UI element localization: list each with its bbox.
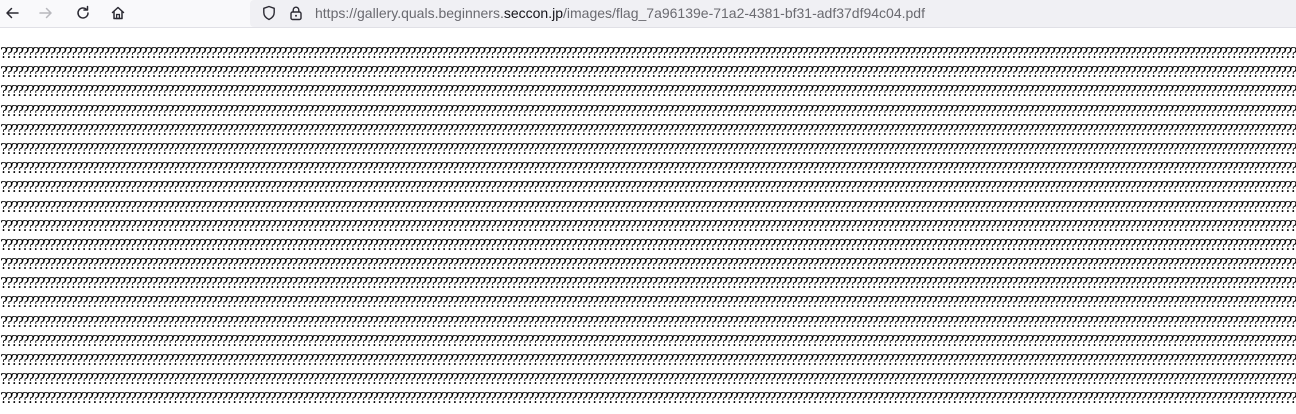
document-text-line: ????????????????????????????????????????… <box>0 140 1296 158</box>
document-text-line: ????????????????????????????????????????… <box>0 390 1296 408</box>
document-text-line: ????????????????????????????????????????… <box>0 371 1296 389</box>
document-text-line: ????????????????????????????????????????… <box>0 217 1296 235</box>
document-text-line: ????????????????????????????????????????… <box>0 313 1296 331</box>
document-text-line: ????????????????????????????????????????… <box>0 121 1296 139</box>
document-text-line: ????????????????????????????????????????… <box>0 102 1296 120</box>
document-text-line: ????????????????????????????????????????… <box>0 256 1296 274</box>
shield-icon[interactable] <box>260 4 278 22</box>
document-text-line: ????????????????????????????????????????… <box>0 352 1296 369</box>
document-text-line: ????????????????????????????????????????… <box>0 179 1296 197</box>
document-text-line: ????????????????????????????????????????… <box>0 236 1296 254</box>
document-text-line: ????????????????????????????????????????… <box>0 275 1296 293</box>
reload-icon <box>75 5 91 21</box>
url-domain: seccon.jp <box>503 5 564 21</box>
document-text-line: ????????????????????????????????????????… <box>0 332 1296 350</box>
document-text-line: ????????????????????????????????????????… <box>0 294 1296 312</box>
back-arrow-icon <box>4 5 20 21</box>
url-prefix: https://gallery.quals.beginners. <box>315 5 504 21</box>
url-path: /images/flag_7a96139e-71a2-4381-bf31-adf… <box>563 5 925 21</box>
lock-icon[interactable] <box>287 4 305 22</box>
document-text-line: ????????????????????????????????????????… <box>0 160 1296 178</box>
browser-toolbar: https://gallery.quals.beginners.seccon.j… <box>0 0 1296 28</box>
forward-button[interactable] <box>34 2 58 24</box>
reload-button[interactable] <box>71 2 95 24</box>
document-text-line: ????????????????????????????????????????… <box>0 64 1296 82</box>
pdf-document-content: ????????????????????????????????????????… <box>0 44 1296 414</box>
home-icon <box>110 5 126 21</box>
document-text-line: ????????????????????????????????????????… <box>0 198 1296 216</box>
home-button[interactable] <box>106 2 130 24</box>
address-bar[interactable]: https://gallery.quals.beginners.seccon.j… <box>250 0 1296 27</box>
back-button[interactable] <box>0 2 24 24</box>
forward-arrow-icon <box>38 5 54 21</box>
document-text-line: ????????????????????????????????????????… <box>0 45 1296 62</box>
url-text[interactable]: https://gallery.quals.beginners.seccon.j… <box>315 4 925 22</box>
document-text-line: ????????????????????????????????????????… <box>0 83 1296 101</box>
